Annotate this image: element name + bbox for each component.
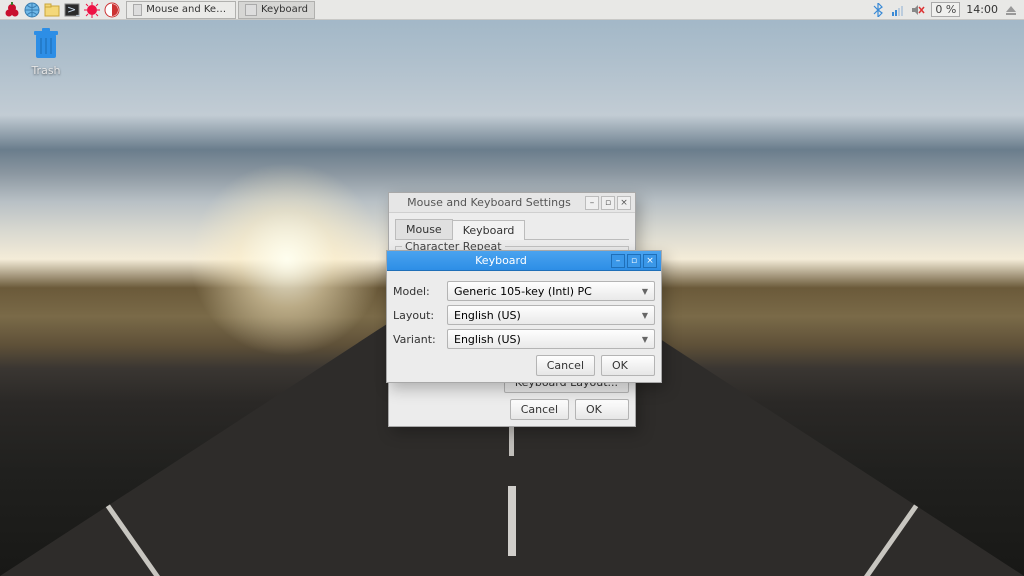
taskbar-window-label: Keyboard — [261, 4, 308, 15]
cancel-button[interactable]: Cancel — [510, 399, 569, 420]
window-icon — [133, 4, 142, 16]
taskbar: >_ Mouse and Keyboard... Keyboard — [0, 0, 1024, 20]
ok-button[interactable]: OK — [601, 355, 655, 376]
layout-value: English (US) — [454, 309, 521, 322]
settings-titlebar[interactable]: Mouse and Keyboard Settings – ▫ × — [389, 193, 635, 213]
network-icon[interactable] — [891, 3, 905, 17]
eject-icon[interactable] — [1004, 3, 1018, 17]
maximize-button[interactable]: ▫ — [601, 196, 615, 210]
model-value: Generic 105-key (Intl) PC — [454, 285, 592, 298]
close-button[interactable]: × — [617, 196, 631, 210]
minimize-button[interactable]: – — [611, 254, 625, 268]
volume-icon[interactable] — [911, 3, 925, 17]
ok-button[interactable]: OK — [575, 399, 629, 420]
chevron-down-icon: ▼ — [642, 311, 648, 320]
settings-title: Mouse and Keyboard Settings — [393, 196, 585, 209]
model-label: Model: — [393, 285, 441, 298]
taskbar-launchers: >_ — [0, 2, 124, 18]
taskbar-window-button[interactable]: Keyboard — [238, 1, 315, 19]
taskbar-window-button[interactable]: Mouse and Keyboard... — [126, 1, 236, 19]
chevron-down-icon: ▼ — [642, 335, 648, 344]
tab-keyboard[interactable]: Keyboard — [452, 220, 526, 240]
keyboard-titlebar[interactable]: Keyboard – ▫ × — [387, 251, 661, 271]
desktop: >_ Mouse and Keyboard... Keyboard — [0, 0, 1024, 576]
file-manager-icon[interactable] — [44, 2, 60, 18]
system-tray: 0 % 14:00 — [865, 2, 1024, 17]
settings-tabs: Mouse Keyboard — [395, 219, 629, 240]
app-icon-1[interactable] — [84, 2, 100, 18]
desktop-icon-label: Trash — [18, 64, 74, 77]
close-button[interactable]: × — [643, 254, 657, 268]
maximize-button[interactable]: ▫ — [627, 254, 641, 268]
browser-icon[interactable] — [24, 2, 40, 18]
layout-label: Layout: — [393, 309, 441, 322]
chevron-down-icon: ▼ — [642, 287, 648, 296]
variant-label: Variant: — [393, 333, 441, 346]
taskbar-window-list: Mouse and Keyboard... Keyboard — [126, 1, 317, 19]
svg-text:>_: >_ — [67, 3, 80, 16]
window-icon — [245, 4, 257, 16]
desktop-trash[interactable]: Trash — [18, 28, 74, 77]
trash-icon — [32, 28, 60, 60]
terminal-icon[interactable]: >_ — [64, 2, 80, 18]
tab-mouse[interactable]: Mouse — [395, 219, 453, 239]
model-combo[interactable]: Generic 105-key (Intl) PC ▼ — [447, 281, 655, 301]
cpu-usage[interactable]: 0 % — [931, 2, 960, 17]
cancel-button[interactable]: Cancel — [536, 355, 595, 376]
layout-combo[interactable]: English (US) ▼ — [447, 305, 655, 325]
variant-value: English (US) — [454, 333, 521, 346]
menu-icon[interactable] — [4, 2, 20, 18]
clock[interactable]: 14:00 — [966, 3, 998, 16]
taskbar-window-label: Mouse and Keyboard... — [146, 4, 229, 15]
bluetooth-icon[interactable] — [871, 3, 885, 17]
variant-combo[interactable]: English (US) ▼ — [447, 329, 655, 349]
keyboard-dialog: Keyboard – ▫ × Model: Generic 105-key (I… — [386, 250, 662, 383]
minimize-button[interactable]: – — [585, 196, 599, 210]
app-icon-2[interactable] — [104, 2, 120, 18]
keyboard-title: Keyboard — [391, 254, 611, 267]
